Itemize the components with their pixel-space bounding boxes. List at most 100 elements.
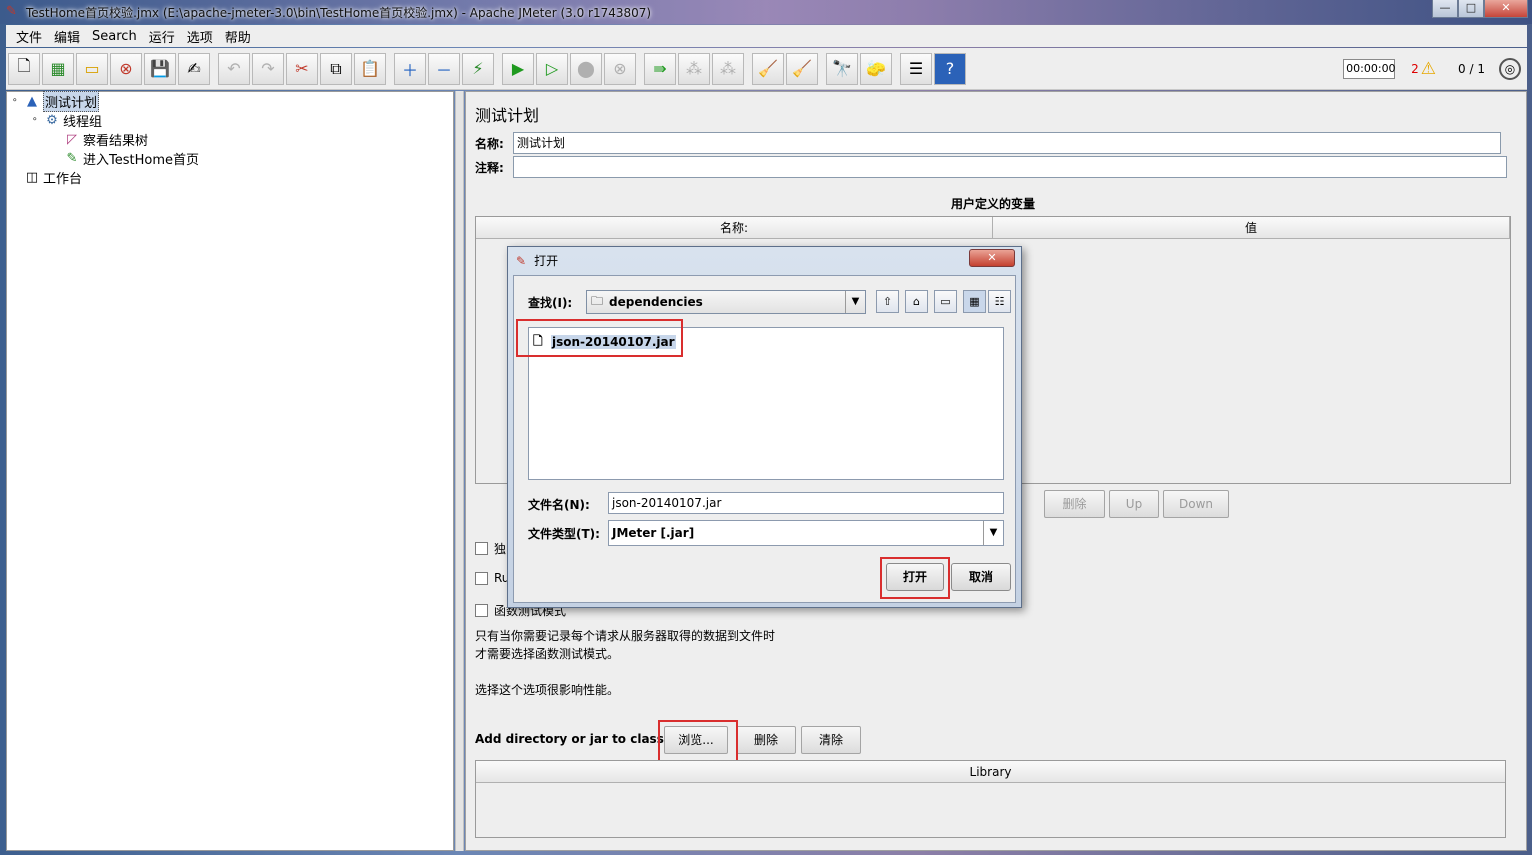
- paste-icon[interactable]: 📋: [354, 52, 386, 85]
- checkbox-label: 独: [494, 542, 507, 556]
- search-icon[interactable]: 🔭: [826, 52, 858, 85]
- library-column-header[interactable]: Library: [476, 761, 1505, 783]
- clear-classpath-button[interactable]: 清除: [801, 726, 861, 754]
- run-groups-consecutively-row[interactable]: 独: [475, 540, 506, 557]
- remote-stop-icon[interactable]: ⁂: [678, 52, 710, 85]
- help-icon[interactable]: ?: [934, 52, 966, 85]
- up-folder-icon[interactable]: ⇧: [876, 290, 899, 313]
- dialog-close-button[interactable]: ✕: [969, 249, 1015, 267]
- window-titlebar: ✎ TestHome首页校验.jmx (E:\apache-jmeter-3.0…: [0, 0, 1532, 24]
- open-file-dialog: ✎ 打开 ✕ 查找(I): 🗀 dependencies ▼ ⇧ ⌂ ▭ ▦ ☷…: [507, 246, 1022, 608]
- error-count: 2: [1411, 62, 1419, 76]
- look-in-combo[interactable]: 🗀 dependencies ▼: [586, 290, 866, 314]
- tree-node-workbench[interactable]: ◫ 工作台: [11, 168, 83, 187]
- tree-node-label: 进入TestHome首页: [83, 152, 199, 168]
- toggle-icon[interactable]: ⚡: [462, 52, 494, 85]
- window-controls: — □ ✕: [1432, 0, 1528, 18]
- shutdown-icon[interactable]: ⊗: [604, 52, 636, 85]
- save-as-icon[interactable]: ✍: [178, 52, 210, 85]
- save-icon[interactable]: 💾: [144, 52, 176, 85]
- checkbox[interactable]: [475, 571, 488, 585]
- undo-icon[interactable]: ↶: [218, 52, 250, 85]
- tree-toggle-icon[interactable]: ⚬: [31, 115, 43, 125]
- collapse-icon[interactable]: －: [428, 52, 460, 85]
- menu-search[interactable]: Search: [86, 29, 143, 44]
- column-header-value[interactable]: 值: [993, 217, 1510, 238]
- column-header-name[interactable]: 名称:: [476, 217, 993, 238]
- remote-start-icon[interactable]: ⇛: [644, 52, 676, 85]
- new-folder-icon[interactable]: ▭: [934, 290, 957, 313]
- details-view-icon[interactable]: ☷: [988, 290, 1011, 313]
- expand-icon[interactable]: ＋: [394, 52, 426, 85]
- close-file-icon[interactable]: ⊗: [110, 52, 142, 85]
- tree-node-thread-group[interactable]: ⚬ ⚙ 线程组: [31, 111, 102, 130]
- templates-icon[interactable]: ▦: [42, 52, 74, 85]
- status-area: 00:00:00 2 ⚠ 0 / 1 ◎: [1343, 48, 1527, 90]
- file-type-value: JMeter [.jar]: [612, 526, 695, 540]
- down-button[interactable]: Down: [1163, 490, 1229, 518]
- name-field[interactable]: 测试计划: [513, 132, 1501, 154]
- run-teardown-row[interactable]: Ru: [475, 571, 509, 585]
- comment-field[interactable]: [513, 156, 1507, 178]
- remove-classpath-button[interactable]: 删除: [736, 726, 796, 754]
- comment-label: 注释:: [475, 160, 504, 175]
- tree-node-label: 测试计划: [43, 90, 100, 112]
- chart-icon: ◸: [67, 131, 77, 147]
- maximize-button[interactable]: □: [1458, 0, 1484, 18]
- menu-run[interactable]: 运行: [143, 27, 181, 46]
- close-window-button[interactable]: ✕: [1484, 0, 1528, 18]
- clear-all-icon[interactable]: 🧹: [786, 52, 818, 85]
- clear-icon[interactable]: 🧹: [752, 52, 784, 85]
- tree-node-http-sampler[interactable]: ✎ 进入TestHome首页: [63, 149, 199, 168]
- file-name-label: 文件名(N):: [528, 498, 590, 512]
- dialog-title: 打开: [534, 254, 559, 268]
- library-table[interactable]: Library: [475, 760, 1506, 838]
- file-type-label: 文件类型(T):: [528, 527, 600, 541]
- checkbox[interactable]: [475, 542, 488, 555]
- list-view-icon[interactable]: ▦: [963, 290, 986, 313]
- warning-icon[interactable]: ⚠: [1421, 59, 1436, 79]
- pipette-icon: ✎: [66, 150, 78, 166]
- menu-help[interactable]: 帮助: [219, 27, 257, 46]
- remote-shutdown-icon[interactable]: ⁂: [712, 52, 744, 85]
- new-icon[interactable]: 🗋: [8, 52, 40, 85]
- menu-file[interactable]: 文件: [10, 27, 48, 46]
- name-row: 名称: 测试计划: [475, 132, 1501, 154]
- folder-icon: 🗀: [591, 293, 604, 308]
- function-helper-icon[interactable]: ☰: [900, 52, 932, 85]
- delete-variable-button[interactable]: 删除: [1044, 490, 1105, 518]
- tree-node-test-plan[interactable]: ⚬ ▲ 测试计划: [11, 90, 100, 112]
- jmeter-feather-icon: ✎: [516, 253, 527, 268]
- look-in-value: dependencies: [609, 295, 703, 309]
- up-button[interactable]: Up: [1109, 490, 1159, 518]
- name-label: 名称:: [475, 136, 504, 151]
- reset-search-icon[interactable]: 🧽: [860, 52, 892, 85]
- tree-node-label: 察看结果树: [83, 133, 149, 149]
- copy-icon[interactable]: ⧉: [320, 52, 352, 85]
- tree-toggle-icon[interactable]: ⚬: [11, 96, 23, 106]
- open-icon[interactable]: ▭: [76, 52, 108, 85]
- start-no-pause-icon[interactable]: ▷: [536, 52, 568, 85]
- test-plan-tree: ⚬ ▲ 测试计划 ⚬ ⚙ 线程组 ◸ 察看结果树 ✎ 进入TestHome首页 …: [6, 90, 454, 851]
- performance-note: 选择这个选项很影响性能。: [475, 683, 620, 697]
- menu-edit[interactable]: 编辑: [48, 27, 86, 46]
- redo-icon[interactable]: ↷: [252, 52, 284, 85]
- pane-splitter[interactable]: [455, 91, 464, 851]
- home-icon[interactable]: ⌂: [905, 290, 928, 313]
- tree-node-view-results[interactable]: ◸ 察看结果树: [63, 130, 149, 149]
- menu-options[interactable]: 选项: [181, 27, 219, 46]
- window-title: TestHome首页校验.jmx (E:\apache-jmeter-3.0\b…: [26, 5, 652, 20]
- highlight-open: [880, 557, 950, 599]
- tree-node-label: 工作台: [43, 171, 83, 187]
- minimize-button[interactable]: —: [1432, 0, 1458, 18]
- cut-icon[interactable]: ✂: [286, 52, 318, 85]
- file-name-input[interactable]: json-20140107.jar: [608, 492, 1004, 514]
- stop-icon[interactable]: ⬤: [570, 52, 602, 85]
- start-icon[interactable]: ▶: [502, 52, 534, 85]
- chevron-down-icon[interactable]: ▼: [845, 291, 865, 313]
- highlight-browse: [658, 720, 738, 762]
- cancel-button[interactable]: 取消: [951, 563, 1011, 591]
- file-type-combo[interactable]: JMeter [.jar] ▼: [608, 520, 1004, 546]
- chevron-down-icon[interactable]: ▼: [983, 521, 1003, 545]
- checkbox[interactable]: [475, 604, 488, 617]
